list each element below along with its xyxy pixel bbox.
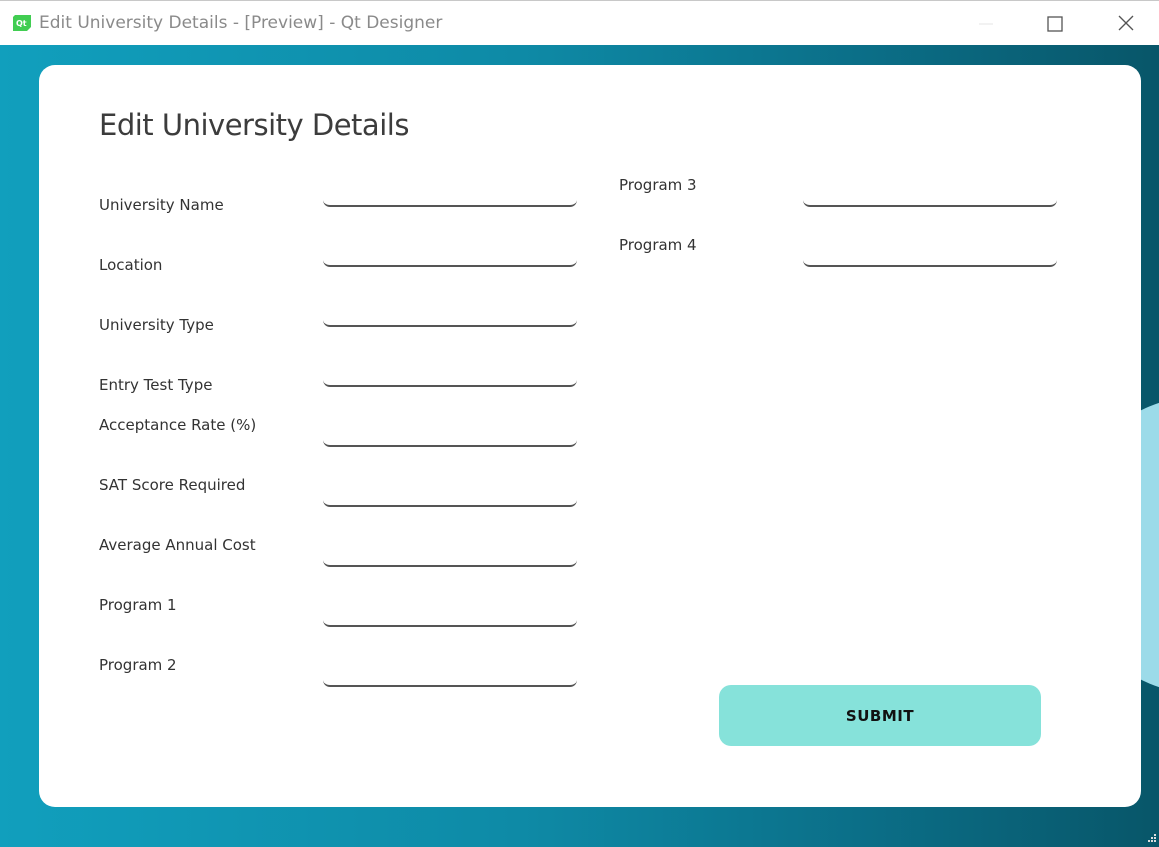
- label-location: Location: [99, 256, 163, 274]
- submit-button[interactable]: SUBMIT: [719, 685, 1041, 746]
- svg-text:Qt: Qt: [16, 19, 27, 28]
- window-title: Edit University Details - [Preview] - Qt…: [39, 13, 443, 33]
- label-program-1: Program 1: [99, 596, 177, 614]
- university-name-input[interactable]: [323, 181, 577, 207]
- qt-icon: Qt: [13, 15, 31, 31]
- program-4-input[interactable]: [803, 241, 1057, 267]
- label-program-3: Program 3: [619, 176, 697, 194]
- label-university-type: University Type: [99, 316, 214, 334]
- label-acceptance-rate: Acceptance Rate (%): [99, 416, 257, 434]
- title-bar: Qt Edit University Details - [Preview] -…: [0, 0, 1159, 45]
- location-input[interactable]: [323, 241, 577, 267]
- label-program-4: Program 4: [619, 236, 697, 254]
- close-icon[interactable]: [1103, 7, 1149, 41]
- sat-score-input[interactable]: [323, 481, 577, 507]
- program-3-input[interactable]: [803, 181, 1057, 207]
- minimize-icon[interactable]: [963, 7, 1009, 41]
- label-program-2: Program 2: [99, 656, 177, 674]
- university-type-input[interactable]: [323, 301, 577, 327]
- page-title: Edit University Details: [99, 108, 409, 142]
- resize-grip-icon[interactable]: [1145, 833, 1157, 845]
- acceptance-rate-input[interactable]: [323, 421, 577, 447]
- label-entry-test-type: Entry Test Type: [99, 376, 213, 394]
- label-university-name: University Name: [99, 196, 224, 214]
- label-average-annual-cost: Average Annual Cost: [99, 536, 256, 554]
- average-annual-cost-input[interactable]: [323, 541, 577, 567]
- label-sat-score: SAT Score Required: [99, 476, 246, 494]
- program-1-input[interactable]: [323, 601, 577, 627]
- entry-test-type-input[interactable]: [323, 361, 577, 387]
- program-2-input[interactable]: [323, 661, 577, 687]
- maximize-icon[interactable]: [1032, 7, 1078, 41]
